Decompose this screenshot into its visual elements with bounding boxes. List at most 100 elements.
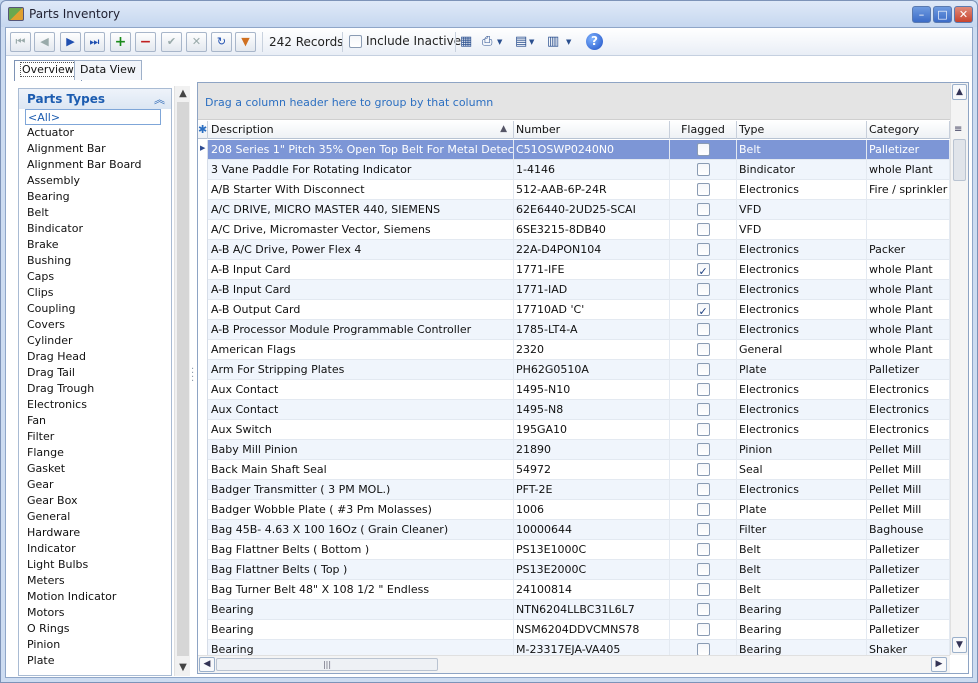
flagged-checkbox[interactable] [696, 162, 710, 176]
tab-overview[interactable]: Overview [14, 60, 82, 81]
table-row[interactable]: Arm For Stripping Plates PH62G0510A Plate P… [198, 360, 950, 380]
cell-type[interactable]: Bearing [737, 620, 867, 640]
parts-type-item[interactable]: Filter [19, 429, 171, 445]
row-indicator[interactable] [198, 320, 208, 340]
cell-category[interactable]: whole Plant [867, 320, 950, 340]
row-indicator[interactable] [198, 500, 208, 520]
table-row[interactable]: Back Main Shaft Seal 54972 Seal Pellet Mill [198, 460, 950, 480]
cell-category[interactable]: Electronics [867, 400, 950, 420]
flagged-checkbox[interactable] [696, 522, 710, 536]
table-row[interactable]: Bearing NTN6204LLBC31L6L7 Bearing Palletize… [198, 600, 950, 620]
cell-category[interactable]: Palletizer [867, 620, 950, 640]
parts-type-item[interactable]: Bearing [19, 189, 171, 205]
flagged-checkbox[interactable] [696, 402, 710, 416]
table-row[interactable]: Aux Contact 1495-N10 Electronics Electronic… [198, 380, 950, 400]
cell-category[interactable]: Pellet Mill [867, 500, 950, 520]
row-indicator[interactable] [198, 300, 208, 320]
cell-number[interactable]: 1495-N10 [514, 380, 670, 400]
cell-description[interactable]: A/C Drive, Micromaster Vector, Siemens [209, 220, 514, 240]
cell-type[interactable]: Electronics [737, 240, 867, 260]
cell-type[interactable]: Electronics [737, 280, 867, 300]
cell-type[interactable]: Electronics [737, 480, 867, 500]
table-row[interactable]: A-B A/C Drive, Power Flex 4 22A-D4PON104 E… [198, 240, 950, 260]
cell-description[interactable]: A-B A/C Drive, Power Flex 4 [209, 240, 514, 260]
table-row[interactable]: Bearing NSM6204DDVCMNS78 Bearing Palletizer [198, 620, 950, 640]
previous-record-button[interactable]: ◀ [34, 32, 55, 52]
cell-category[interactable]: Palletizer [867, 560, 950, 580]
parts-type-item[interactable]: <All> [25, 109, 161, 125]
left-panel-scrollbar[interactable]: ▲ ▼ [174, 86, 190, 676]
row-indicator[interactable] [198, 360, 208, 380]
parts-type-item[interactable]: Alignment Bar Board [19, 157, 171, 173]
cell-category[interactable]: Palletizer [867, 580, 950, 600]
cell-description[interactable]: Bag Flattner Belts ( Top ) [209, 560, 514, 580]
row-indicator[interactable] [198, 280, 208, 300]
first-record-button[interactable]: ⏮ [10, 32, 31, 52]
table-row[interactable]: A-B Input Card 1771-IAD Electronics whole P… [198, 280, 950, 300]
flagged-checkbox[interactable] [696, 442, 710, 456]
parts-type-item[interactable]: Brake [19, 237, 171, 253]
flagged-checkbox[interactable] [696, 422, 710, 436]
flagged-checkbox[interactable] [696, 382, 710, 396]
cell-category[interactable]: Packer [867, 240, 950, 260]
print-icon[interactable]: ⎙ [482, 32, 492, 52]
parts-type-item[interactable]: Electronics [19, 397, 171, 413]
grid-horizontal-scrollbar[interactable]: ◀ ||| ▶ [198, 655, 950, 673]
cell-description[interactable]: Aux Contact [209, 380, 514, 400]
cell-category[interactable]: Pellet Mill [867, 440, 950, 460]
flagged-checkbox[interactable] [696, 142, 710, 156]
flagged-checkbox[interactable] [696, 242, 710, 256]
cell-category[interactable]: Palletizer [867, 540, 950, 560]
cell-number[interactable]: PH62G0510A [514, 360, 670, 380]
cell-category[interactable]: Pellet Mill [867, 460, 950, 480]
maximize-button[interactable]: □ [933, 6, 952, 23]
print-dropdown-icon[interactable]: ▼ [497, 32, 502, 52]
delete-record-button[interactable]: − [135, 32, 156, 52]
row-indicator[interactable] [198, 380, 208, 400]
scroll-thumb[interactable] [953, 139, 966, 181]
parts-type-item[interactable]: Covers [19, 317, 171, 333]
cell-description[interactable]: Baby Mill Pinion [209, 440, 514, 460]
cell-category[interactable]: whole Plant [867, 340, 950, 360]
row-indicator[interactable] [198, 560, 208, 580]
cell-description[interactable]: A/B Starter With Disconnect [209, 180, 514, 200]
cell-description[interactable]: Bearing [209, 600, 514, 620]
cell-category[interactable] [867, 200, 950, 220]
parts-type-item[interactable]: Motion Indicator [19, 589, 171, 605]
panel-splitter[interactable]: · · · · [191, 365, 194, 387]
row-indicator[interactable] [198, 140, 208, 160]
parts-type-item[interactable]: Clips [19, 285, 171, 301]
cell-type[interactable]: Bearing [737, 600, 867, 620]
flagged-checkbox[interactable] [696, 302, 710, 320]
cell-description[interactable]: Badger Transmitter ( 3 PM MOL.) [209, 480, 514, 500]
row-indicator[interactable] [198, 200, 208, 220]
layout-dropdown-icon[interactable]: ▼ [529, 32, 534, 52]
flagged-checkbox[interactable] [696, 602, 710, 616]
cell-type[interactable]: Belt [737, 560, 867, 580]
table-row[interactable]: Badger Wobble Plate ( #3 Pm Molasses) 100… [198, 500, 950, 520]
row-indicator[interactable] [198, 220, 208, 240]
table-row[interactable]: Bag Flattner Belts ( Top ) PS13E2000C Belt… [198, 560, 950, 580]
cell-type[interactable]: General [737, 340, 867, 360]
cell-description[interactable]: 3 Vane Paddle For Rotating Indicator [209, 160, 514, 180]
table-row[interactable]: 3 Vane Paddle For Rotating Indicator 1-41… [198, 160, 950, 180]
table-row[interactable]: Aux Contact 1495-N8 Electronics Electronics [198, 400, 950, 420]
cell-category[interactable]: whole Plant [867, 300, 950, 320]
cell-number[interactable]: NTN6204LLBC31L6L7 [514, 600, 670, 620]
scroll-up-arrow-icon[interactable]: ▲ [175, 86, 191, 102]
add-record-button[interactable]: + [110, 32, 131, 52]
export-icon[interactable]: ▦ [460, 32, 472, 52]
cell-description[interactable]: Bag 45B- 4.63 X 100 16Oz ( Grain Cleaner… [209, 520, 514, 540]
close-button[interactable]: ✕ [954, 6, 973, 23]
cell-type[interactable]: Pinion [737, 440, 867, 460]
cell-description[interactable]: Bearing [209, 620, 514, 640]
cell-number[interactable]: 6SE3215-8DB40 [514, 220, 670, 240]
row-indicator[interactable] [198, 160, 208, 180]
column-header-number[interactable]: Number [514, 121, 670, 139]
parts-type-item[interactable]: Gear Box [19, 493, 171, 509]
parts-type-item[interactable]: Alignment Bar [19, 141, 171, 157]
parts-type-item[interactable]: Bushing [19, 253, 171, 269]
row-indicator[interactable] [198, 620, 208, 640]
flagged-checkbox[interactable] [696, 262, 710, 280]
filter-button[interactable]: ▼ [235, 32, 256, 52]
